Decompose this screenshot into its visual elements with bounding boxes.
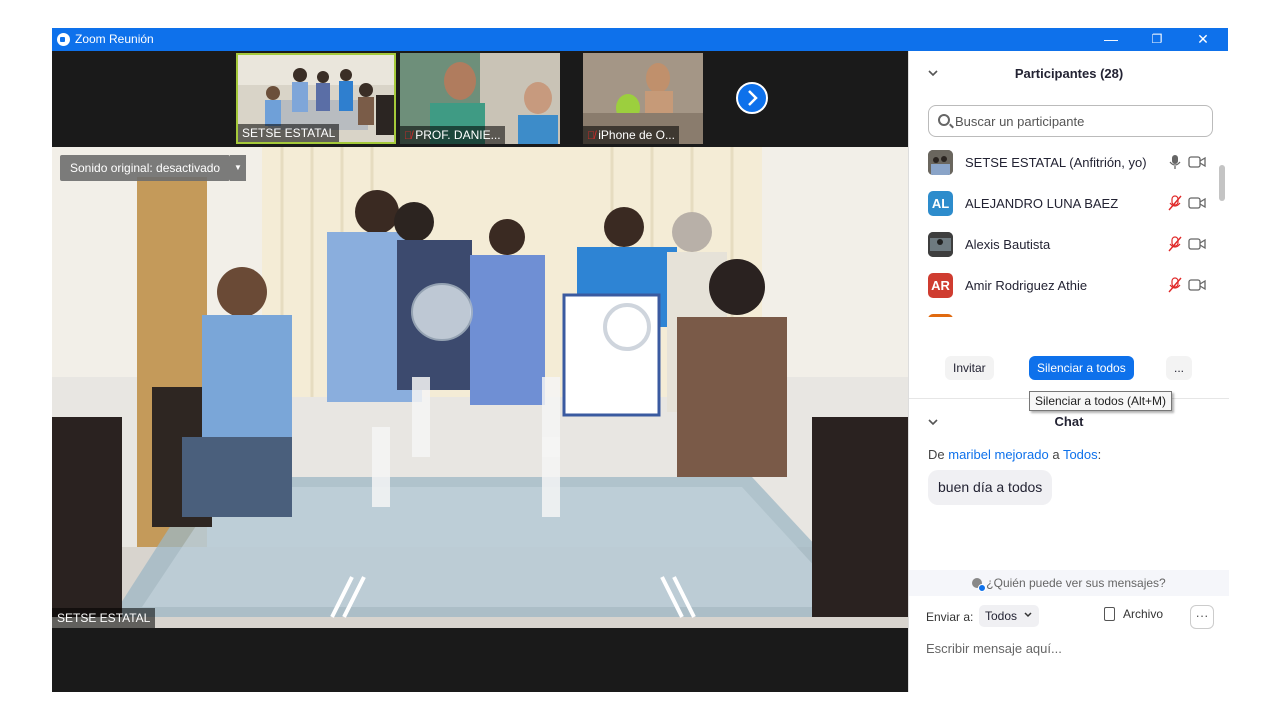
- active-speaker-video[interactable]: Sonido original: desactivado ▼ SETSE EST…: [52, 147, 908, 628]
- video-camera-icon[interactable]: [1188, 154, 1206, 170]
- participant-row[interactable]: AR Amir Rodriguez Athie: [909, 265, 1219, 306]
- video-tile-prof-daniel[interactable]: 🎙̸ PROF. DANIE...: [400, 53, 560, 144]
- participant-row[interactable]: SETSE ESTATAL (Anfitrión, yo): [909, 142, 1219, 183]
- original-sound-dropdown[interactable]: ▼: [230, 155, 246, 181]
- microphone-muted-icon[interactable]: [1167, 195, 1183, 211]
- participant-actions: Invitar Silenciar a todos ...: [909, 356, 1229, 386]
- chevron-down-icon: [1024, 612, 1032, 618]
- video-camera-icon[interactable]: [1188, 195, 1206, 211]
- chat-more-button[interactable]: ···: [1190, 605, 1214, 629]
- chat-title: Chat: [1054, 414, 1084, 429]
- avatar: [928, 314, 953, 317]
- restore-button[interactable]: ❐: [1134, 28, 1180, 51]
- person-info-icon: [972, 578, 987, 592]
- video-camera-icon[interactable]: [1188, 236, 1206, 252]
- file-icon: [1104, 607, 1115, 621]
- participants-header: Participantes (28): [909, 51, 1229, 95]
- participants-more-button[interactable]: ...: [1166, 356, 1193, 380]
- video-tile-iphone[interactable]: 🎙̸ iPhone de O...: [583, 53, 703, 144]
- mic-muted-icon: 🎙̸: [404, 130, 413, 142]
- close-button[interactable]: ✕: [1180, 28, 1226, 51]
- chevron-right-icon: [748, 90, 758, 106]
- zoom-logo-icon: [57, 33, 70, 46]
- mute-all-tooltip: Silenciar a todos (Alt+M): [1029, 391, 1173, 411]
- avatar: [928, 150, 953, 175]
- search-input[interactable]: [955, 112, 1205, 130]
- participant-row[interactable]: Alexis Bautista: [909, 224, 1219, 265]
- chat-message-input[interactable]: [926, 638, 1216, 658]
- search-icon: [938, 114, 950, 126]
- participant-list-scrollbar[interactable]: [1219, 165, 1225, 201]
- participant-row[interactable]: AL ALEJANDRO LUNA BAEZ: [909, 183, 1219, 224]
- send-to-dropdown[interactable]: Todos: [979, 605, 1040, 627]
- video-tile-name: SETSE ESTATAL: [238, 124, 340, 142]
- chat-sender-link[interactable]: maribel mejorado: [948, 447, 1048, 462]
- file-button[interactable]: Archivo: [1104, 607, 1163, 621]
- meeting-room-video-frame: [52, 147, 908, 628]
- microphone-muted-icon[interactable]: [1167, 277, 1183, 293]
- mute-all-button[interactable]: Silenciar a todos: [1029, 356, 1134, 380]
- send-to-label: Enviar a:: [926, 610, 974, 624]
- participant-name: ALEJANDRO LUNA BAEZ: [965, 196, 1119, 211]
- participant-search[interactable]: [928, 105, 1213, 137]
- avatar: AR: [928, 273, 953, 298]
- next-videos-button[interactable]: [736, 82, 768, 114]
- video-stage: SETSE ESTATAL 🎙̸ PROF. DANIE... 🎙̸ iPhon…: [52, 51, 908, 692]
- chat-message-header: De maribel mejorado a Todos:: [928, 447, 1102, 462]
- participant-list: SETSE ESTATAL (Anfitrión, yo) AL ALEJAND…: [909, 142, 1229, 317]
- chat-recipient-link[interactable]: Todos: [1063, 447, 1098, 462]
- participants-title: Participantes (28): [1014, 66, 1124, 81]
- title-bar: Zoom Reunión — ❐ ✕: [52, 28, 1228, 51]
- video-tile-name: 🎙̸ PROF. DANIE...: [400, 126, 505, 144]
- microphone-icon[interactable]: [1167, 154, 1183, 170]
- active-speaker-name: SETSE ESTATAL: [52, 608, 156, 628]
- side-panel: Participantes (28) SETSE ESTATAL (Anfitr…: [908, 51, 1229, 692]
- chat-message-bubble: buen día a todos: [928, 470, 1053, 505]
- invite-button[interactable]: Invitar: [945, 356, 994, 380]
- video-camera-icon[interactable]: [1188, 277, 1206, 293]
- mic-muted-icon: 🎙̸: [587, 130, 596, 142]
- video-tile-setse[interactable]: SETSE ESTATAL: [236, 53, 396, 144]
- participant-name: Alexis Bautista: [965, 237, 1051, 252]
- participant-name: SETSE ESTATAL (Anfitrión, yo): [965, 155, 1147, 170]
- participant-row[interactable]: [909, 306, 1219, 317]
- window-title: Zoom Reunión: [75, 32, 154, 46]
- video-tile-name: 🎙̸ iPhone de O...: [583, 126, 679, 144]
- minimize-button[interactable]: —: [1088, 28, 1134, 51]
- microphone-muted-icon[interactable]: [1167, 236, 1183, 252]
- original-sound-toggle[interactable]: Sonido original: desactivado: [60, 155, 231, 181]
- avatar: [928, 232, 953, 257]
- avatar: AL: [928, 191, 953, 216]
- chevron-down-icon: ▼: [234, 163, 242, 172]
- participant-name: Amir Rodriguez Athie: [965, 278, 1088, 293]
- who-can-see-messages[interactable]: ¿Quién puede ver sus mensajes?: [909, 570, 1229, 596]
- zoom-meeting-window: Zoom Reunión — ❐ ✕ SETSE ESTATAL 🎙̸ PROF…: [52, 28, 1229, 692]
